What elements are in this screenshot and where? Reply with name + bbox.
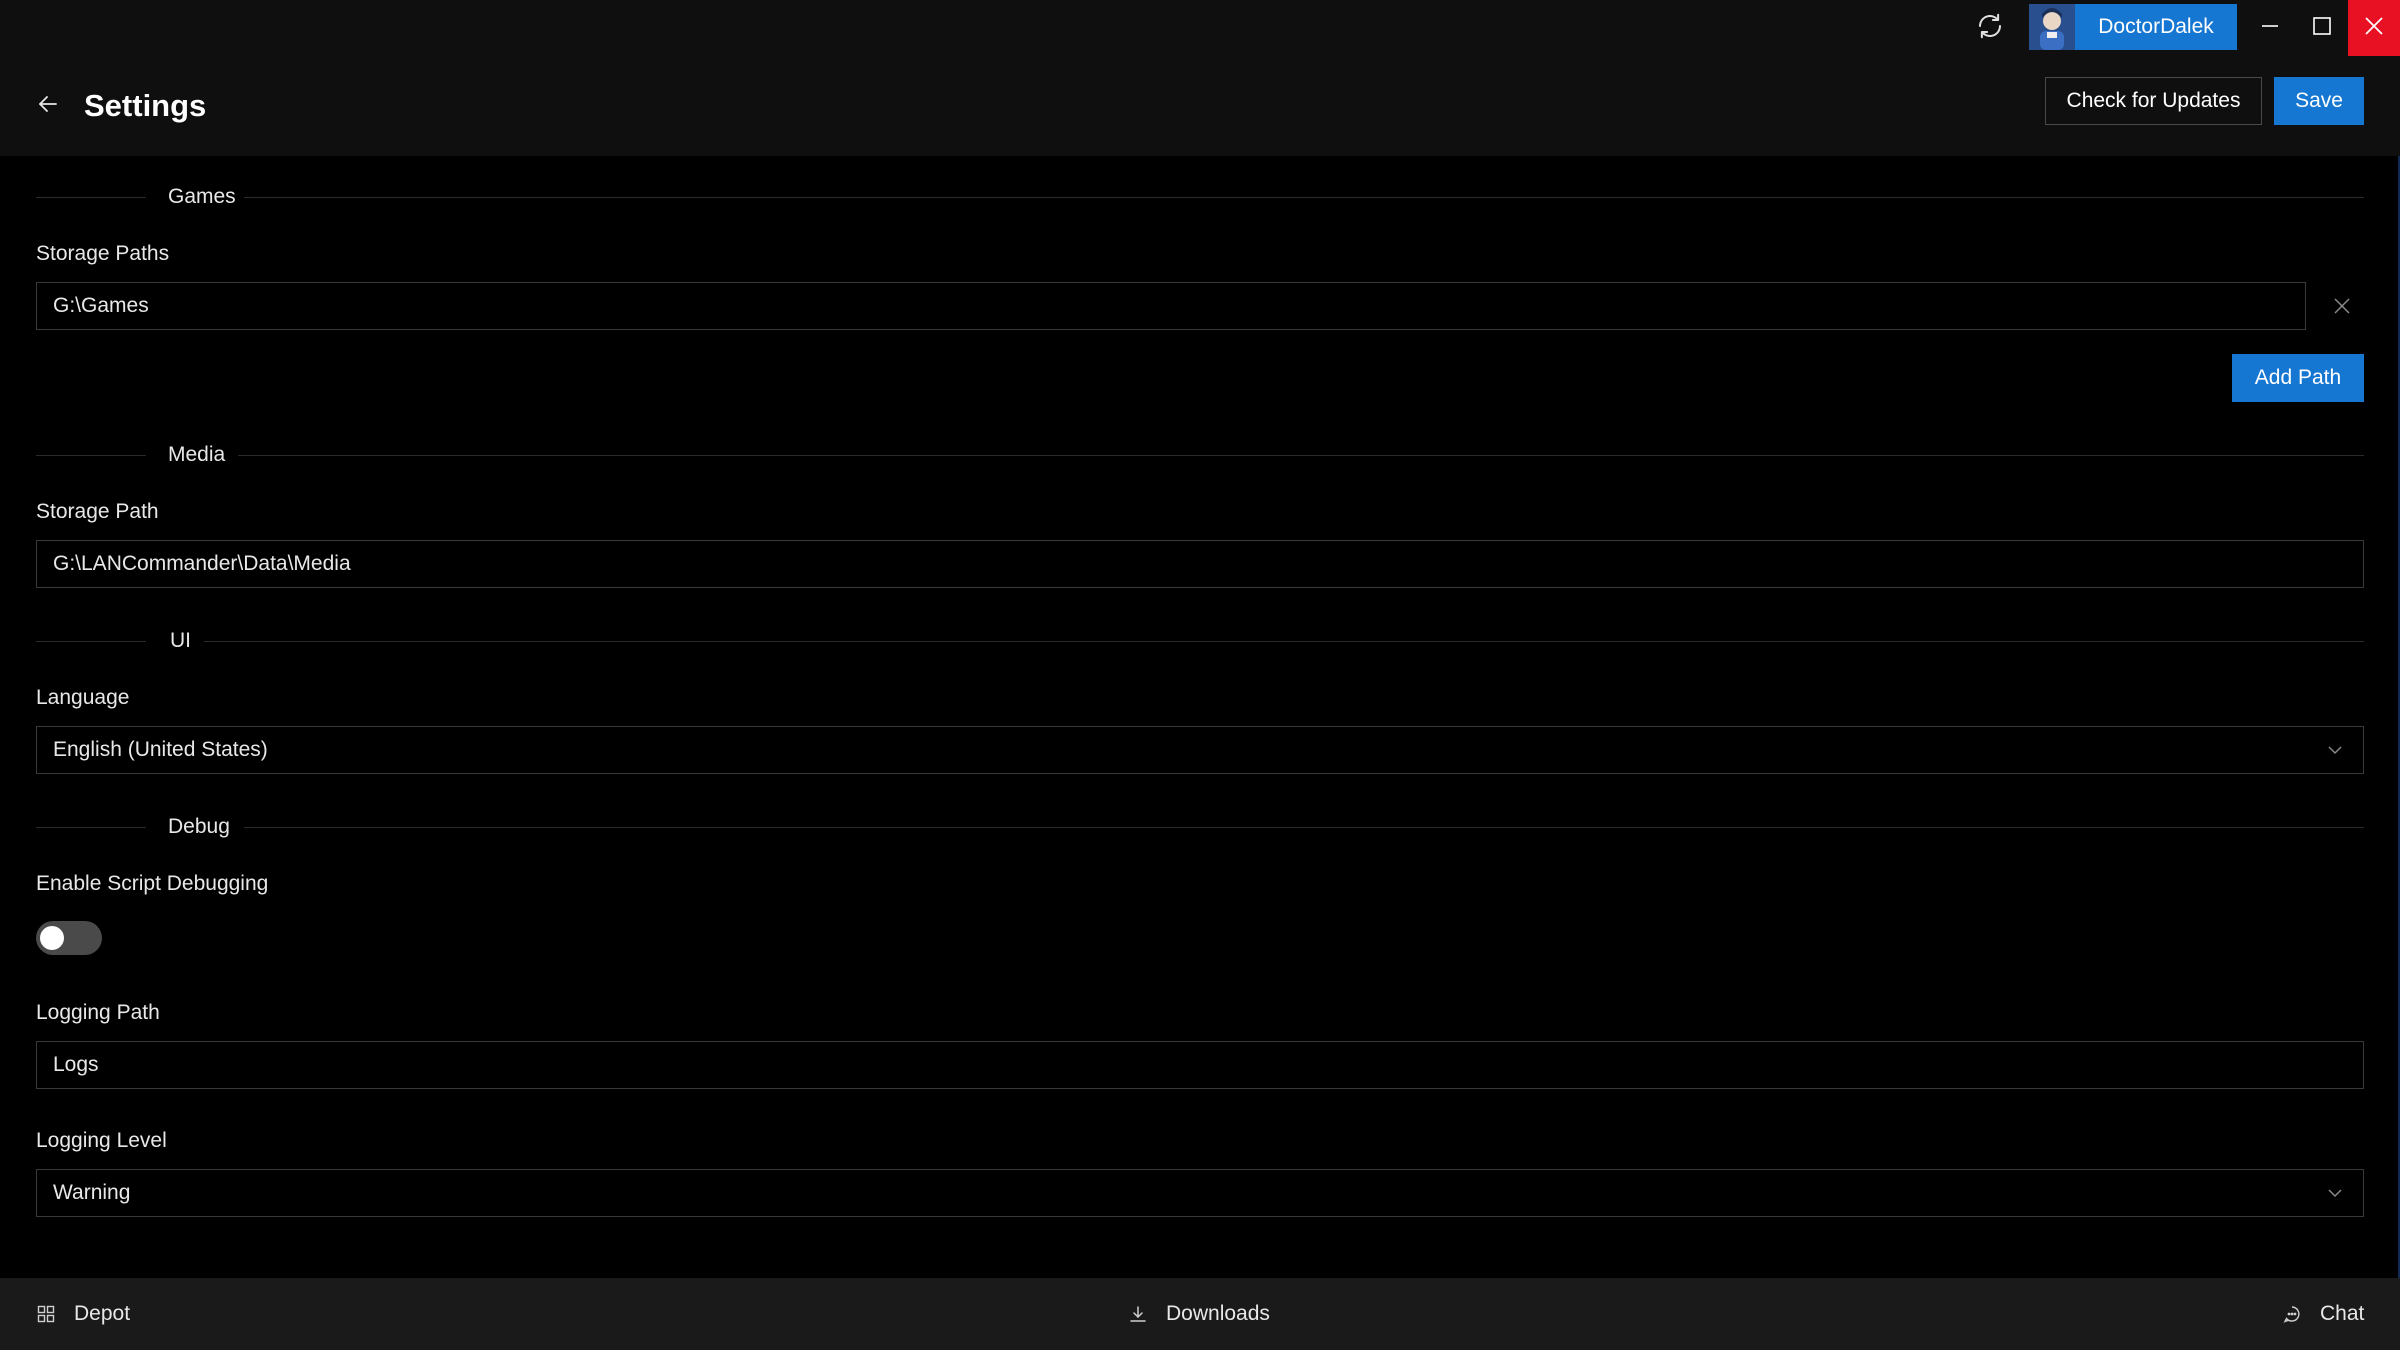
username: DoctorDalek — [2098, 15, 2214, 38]
avatar — [2029, 4, 2075, 50]
minimize-icon — [2260, 16, 2280, 41]
section-heading-ui: UI — [170, 629, 191, 652]
chat-icon — [2282, 1304, 2302, 1324]
back-button[interactable] — [30, 86, 66, 126]
maximize-icon — [2312, 16, 2332, 41]
remove-path-button[interactable] — [2322, 288, 2362, 328]
section-heading-debug: Debug — [168, 815, 230, 838]
logging-level-select-value: Warning — [53, 1181, 131, 1204]
section-heading-games: Games — [168, 185, 236, 208]
section-divider-ui: UI — [36, 629, 2364, 652]
sync-button[interactable] — [1970, 10, 2010, 46]
script-debugging-label: Enable Script Debugging — [36, 872, 269, 895]
close-icon — [2363, 15, 2385, 42]
media-storage-path-input[interactable] — [36, 540, 2364, 588]
toggle-knob — [40, 926, 64, 950]
language-select[interactable]: English (United States) — [36, 726, 2364, 774]
close-icon — [2333, 297, 2351, 320]
download-icon — [1128, 1304, 1148, 1324]
nav-depot-label: Depot — [74, 1302, 131, 1325]
minimize-button[interactable] — [2244, 0, 2296, 56]
media-storage-path-label: Storage Path — [36, 500, 159, 523]
section-divider-media: Media — [36, 443, 2364, 466]
language-label: Language — [36, 686, 130, 709]
bottom-nav: Depot Downloads Chat — [0, 1278, 2400, 1350]
page-header: Settings Check for Updates Save — [0, 56, 2400, 156]
arrow-left-icon — [37, 93, 59, 120]
title-bar: DoctorDalek — [0, 0, 2400, 56]
add-path-button[interactable]: Add Path — [2232, 354, 2364, 402]
nav-chat[interactable]: Chat — [2282, 1278, 2364, 1350]
chevron-down-icon — [2323, 738, 2347, 762]
close-button[interactable] — [2348, 0, 2400, 56]
language-select-value: English (United States) — [53, 738, 268, 761]
section-divider-debug: Debug — [36, 815, 2364, 838]
grid-icon — [36, 1304, 56, 1324]
section-divider-games: Games — [36, 185, 2364, 208]
script-debugging-toggle[interactable] — [36, 921, 102, 955]
page-title: Settings — [84, 88, 207, 123]
section-heading-media: Media — [168, 443, 226, 466]
user-button[interactable]: DoctorDalek — [2029, 4, 2237, 50]
nav-depot[interactable]: Depot — [36, 1278, 130, 1350]
check-for-updates-button[interactable]: Check for Updates — [2045, 77, 2262, 125]
sync-icon — [1975, 11, 2005, 46]
game-storage-path-input[interactable] — [36, 282, 2306, 330]
maximize-button[interactable] — [2296, 0, 2348, 56]
nav-downloads[interactable]: Downloads — [1128, 1278, 1270, 1350]
logging-path-input[interactable] — [36, 1041, 2364, 1089]
chevron-down-icon — [2323, 1181, 2347, 1205]
nav-downloads-label: Downloads — [1166, 1302, 1270, 1325]
logging-path-label: Logging Path — [36, 1001, 160, 1024]
save-button[interactable]: Save — [2274, 77, 2364, 125]
logging-level-label: Logging Level — [36, 1129, 167, 1152]
storage-paths-label: Storage Paths — [36, 242, 170, 265]
logging-level-select[interactable]: Warning — [36, 1169, 2364, 1217]
nav-chat-label: Chat — [2320, 1302, 2365, 1325]
